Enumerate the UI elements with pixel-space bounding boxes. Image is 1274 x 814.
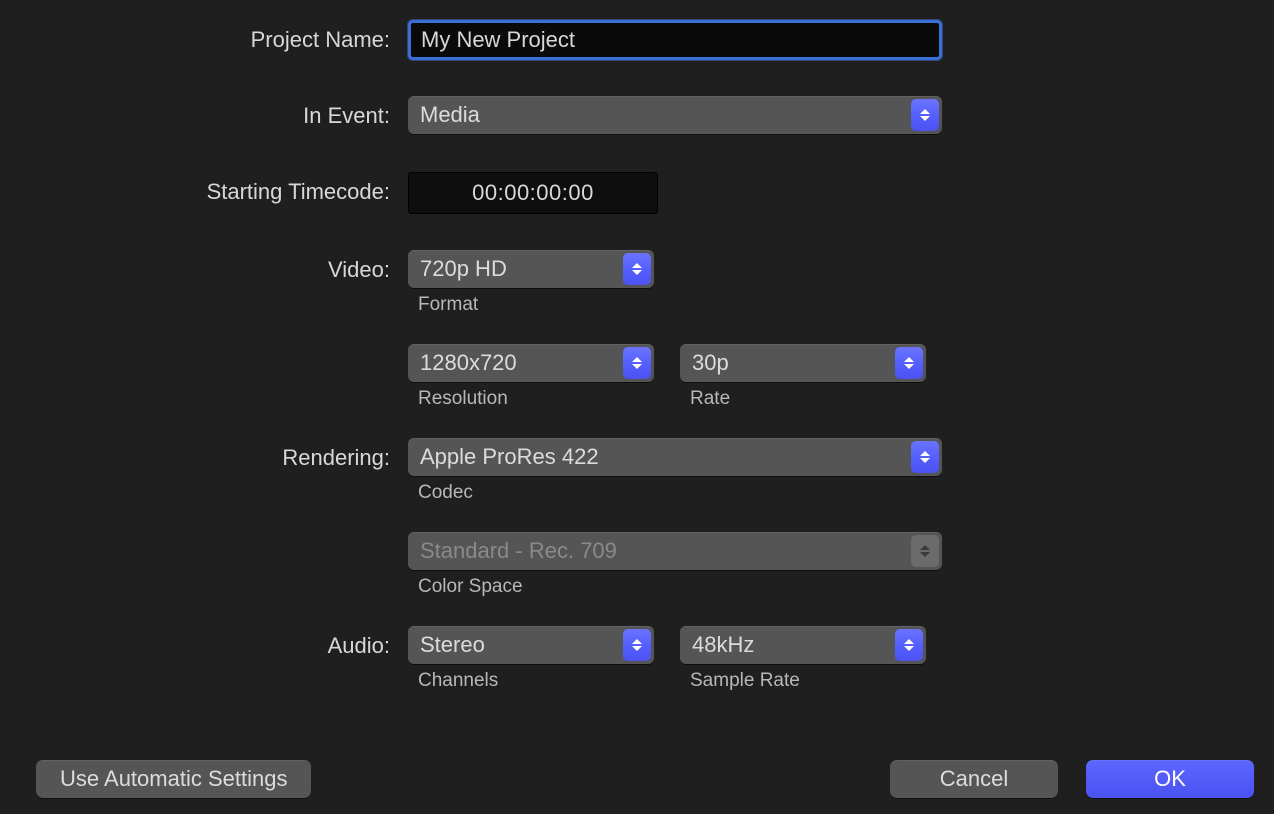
audio-sample-rate-select[interactable]: 48kHz (680, 626, 926, 664)
video-format-select[interactable]: 720p HD (408, 250, 654, 288)
updown-icon (895, 629, 923, 661)
in-event-select[interactable]: Media (408, 96, 942, 134)
resolution-value: 1280x720 (420, 350, 517, 375)
color-space-select: Standard - Rec. 709 (408, 532, 942, 570)
video-label: Video: (0, 250, 408, 290)
audio-channels-select[interactable]: Stereo (408, 626, 654, 664)
audio-sample-rate-value: 48kHz (692, 632, 754, 657)
updown-icon (623, 253, 651, 285)
color-space-value: Standard - Rec. 709 (420, 538, 617, 563)
updown-icon (911, 99, 939, 131)
resolution-select[interactable]: 1280x720 (408, 344, 654, 382)
use-automatic-settings-button[interactable]: Use Automatic Settings (36, 760, 311, 798)
updown-icon (895, 347, 923, 379)
starting-timecode-label: Starting Timecode: (0, 172, 408, 212)
updown-icon (623, 629, 651, 661)
audio-channels-value: Stereo (420, 632, 485, 657)
project-name-label: Project Name: (0, 20, 408, 60)
project-name-input-wrap[interactable] (408, 20, 942, 60)
in-event-value: Media (420, 102, 480, 127)
codec-select[interactable]: Apple ProRes 422 (408, 438, 942, 476)
updown-icon (911, 535, 939, 567)
channels-sublabel: Channels (418, 670, 690, 692)
codec-sublabel: Codec (418, 482, 1274, 504)
project-name-input[interactable] (419, 26, 931, 54)
sample-rate-sublabel: Sample Rate (690, 670, 800, 692)
ok-button[interactable]: OK (1086, 760, 1254, 798)
codec-value: Apple ProRes 422 (420, 444, 599, 469)
updown-icon (623, 347, 651, 379)
color-space-sublabel: Color Space (418, 576, 1274, 598)
rate-select[interactable]: 30p (680, 344, 926, 382)
rate-sublabel: Rate (690, 388, 730, 410)
audio-label: Audio: (0, 626, 408, 666)
cancel-button[interactable]: Cancel (890, 760, 1058, 798)
rendering-label: Rendering: (0, 438, 408, 478)
rate-value: 30p (692, 350, 729, 375)
starting-timecode-input[interactable]: 00:00:00:00 (408, 172, 658, 214)
resolution-sublabel: Resolution (418, 388, 690, 410)
format-sublabel: Format (418, 294, 1274, 316)
updown-icon (911, 441, 939, 473)
dialog-footer: Use Automatic Settings Cancel OK (0, 760, 1274, 798)
new-project-dialog: Project Name: In Event: Media Starting T… (0, 0, 1274, 814)
video-format-value: 720p HD (420, 256, 507, 281)
in-event-label: In Event: (0, 96, 408, 136)
